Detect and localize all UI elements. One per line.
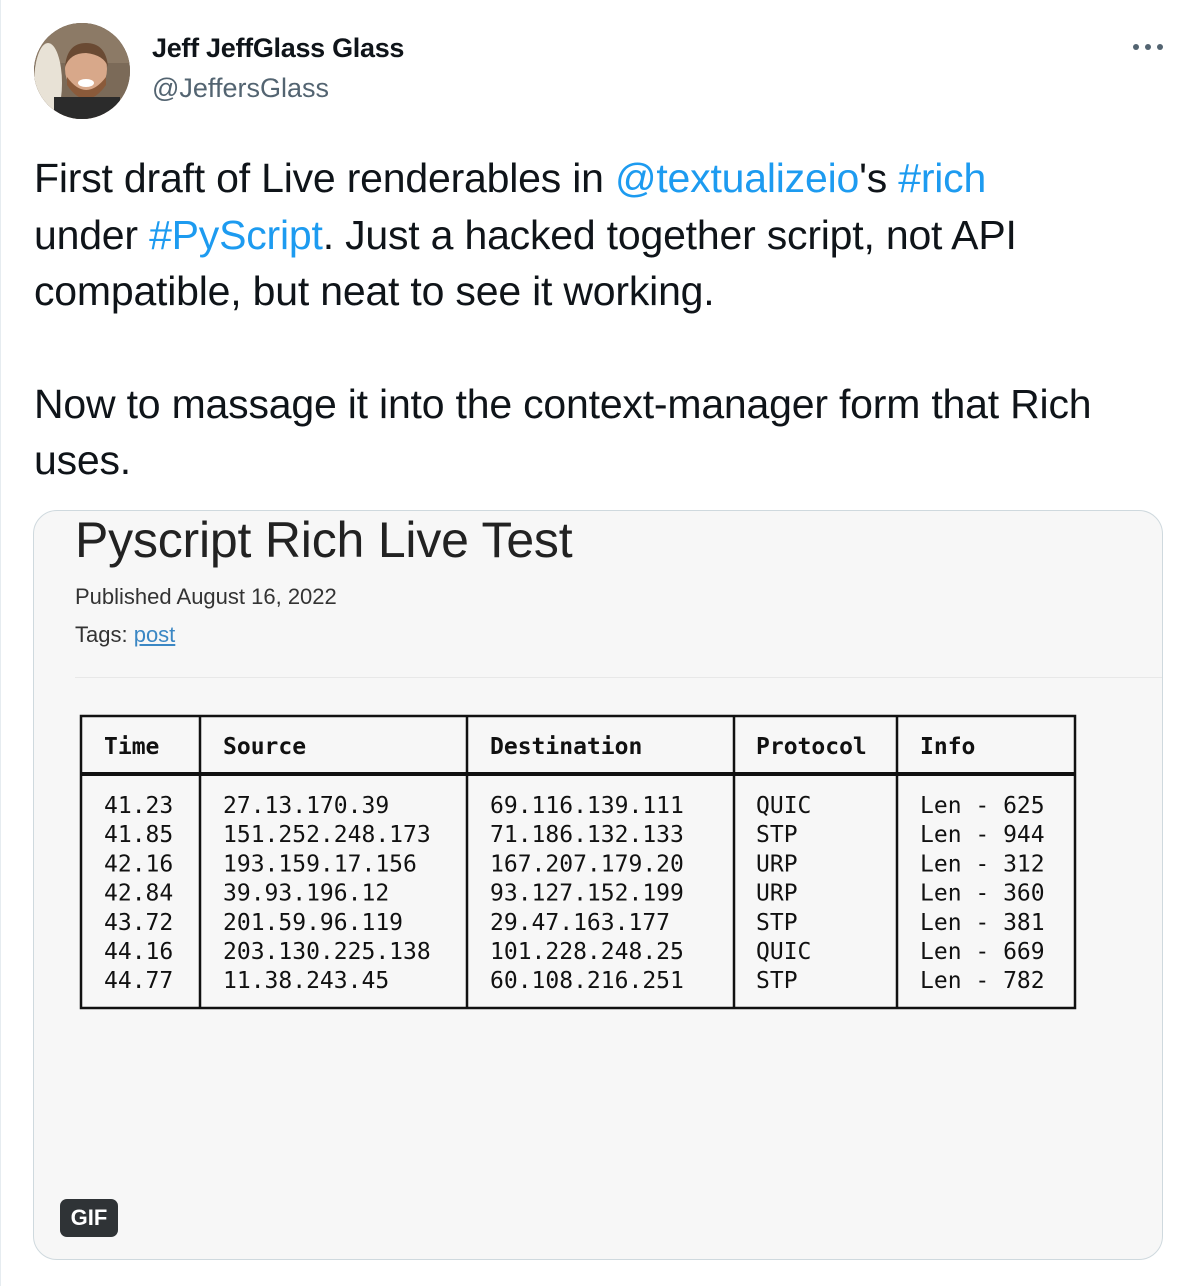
cell-protocol: QUIC [756,939,811,965]
hashtag-pyscript-link[interactable]: #PyScript [149,212,323,258]
cell-destination: 101.228.248.25 [490,939,684,965]
gif-badge[interactable]: GIF [60,1199,118,1237]
cell-time: 42.84 [104,881,173,907]
cell-source: 201.59.96.119 [223,910,403,936]
tweet-text-part: under [34,211,150,258]
cell-destination: 167.207.179.20 [490,851,684,877]
cell-time: 42.16 [104,851,173,877]
timeline-border [0,0,1,1286]
mention-link[interactable]: @textualizeio [615,155,859,201]
tweet-text: First draft of Live renderables in @text… [34,150,1174,489]
hashtag-rich-link[interactable]: #rich [898,155,986,201]
cell-info: Len - 669 [920,939,1045,965]
cell-source: 11.38.243.45 [223,968,389,994]
tweet-text-part: First draft of Live renderables in [34,155,615,201]
cell-source: 39.93.196.12 [223,881,389,907]
tweet-paragraph-2: Now to massage it into the context-manag… [34,380,1092,484]
cell-source: 203.130.225.138 [223,939,431,965]
table-header-protocol: Protocol [756,734,867,760]
avatar[interactable] [34,23,130,119]
cell-destination: 60.108.216.251 [490,968,684,994]
author-handle[interactable]: @JeffersGlass [152,73,329,104]
cell-info: Len - 944 [920,822,1045,848]
cell-protocol: QUIC [756,793,811,819]
cell-protocol: STP [756,822,798,848]
cell-info: Len - 360 [920,881,1045,907]
table-header-info: Info [920,734,975,760]
cell-destination: 69.116.139.111 [490,793,684,819]
cell-time: 43.72 [104,910,173,936]
avatar-image [34,23,130,119]
cell-protocol: STP [756,968,798,994]
table-header-time: Time [104,734,159,760]
cell-destination: 71.186.132.133 [490,822,684,848]
cell-time: 41.23 [104,793,173,819]
cell-info: Len - 625 [920,793,1045,819]
cell-source: 27.13.170.39 [223,793,389,819]
more-button[interactable] [1128,32,1168,62]
tweet-paragraph-1: First draft of Live renderables in @text… [34,150,1174,320]
tweet-text-part: 's [859,155,899,201]
cell-source: 193.159.17.156 [223,851,417,877]
author-name[interactable]: Jeff JeffGlass Glass [152,33,404,64]
cell-info: Len - 381 [920,910,1045,936]
cell-protocol: STP [756,910,798,936]
cell-info: Len - 312 [920,851,1045,877]
cell-destination: 93.127.152.199 [490,881,684,907]
cell-source: 151.252.248.173 [223,822,431,848]
cell-destination: 29.47.163.177 [490,910,670,936]
cell-time: 41.85 [104,822,173,848]
tweet: Jeff JeffGlass Glass @JeffersGlass First… [0,0,1188,1286]
cell-time: 44.16 [104,939,173,965]
table-header-source: Source [223,734,306,760]
media-card[interactable]: Pyscript Rich Live Test Published August… [33,510,1163,1260]
more-horizontal-icon [1133,44,1163,50]
table-header-destination: Destination [490,734,642,760]
packet-table: Time Source Destination Protocol Info 41… [79,714,1077,1010]
cell-protocol: URP [756,881,798,907]
cell-time: 44.77 [104,968,173,994]
cell-info: Len - 782 [920,968,1045,994]
cell-protocol: URP [756,851,798,877]
table-body: 41.23 27.13.170.39 69.116.139.111 QUIC Len -… [104,793,1045,994]
